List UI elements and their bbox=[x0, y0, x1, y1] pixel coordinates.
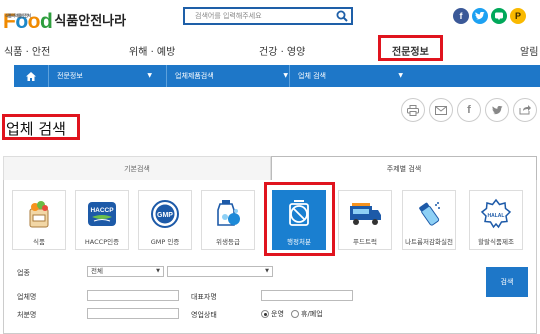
category-food-truck[interactable]: 푸드트럭 bbox=[338, 190, 392, 250]
page-tools: f bbox=[401, 98, 537, 122]
industry-label: 업종 bbox=[17, 269, 30, 277]
blog-icon[interactable] bbox=[491, 8, 507, 24]
breadcrumb: 전문정보 ▼ 업체제품검색 ▼ 업체 검색 ▼ bbox=[14, 65, 540, 87]
chevron-down-icon: ▼ bbox=[283, 72, 288, 79]
representative-label: 대표자명 bbox=[191, 293, 217, 301]
category-haccp[interactable]: HACCP HACCP인증 bbox=[75, 190, 129, 250]
category-gmp[interactable]: GMP GMP 인증 bbox=[138, 190, 192, 250]
highlight-nav-expert-info bbox=[378, 35, 443, 61]
main-nav: 식품 · 안전 위해 · 예방 건강 · 영양 전문정보 알림 bbox=[0, 36, 540, 62]
kakaostory-icon[interactable]: P bbox=[510, 8, 526, 24]
category-label: HACCP인증 bbox=[84, 238, 120, 246]
search-tabs: 기본검색 주제별 검색 bbox=[3, 156, 537, 180]
category-hygiene-grade[interactable]: 위생등급 bbox=[201, 190, 255, 250]
breadcrumb-label: 전문정보 bbox=[57, 72, 83, 80]
business-status-label: 영업상태 bbox=[191, 311, 217, 319]
category-food[interactable]: 식품 bbox=[12, 190, 66, 250]
category-label: GMP 인증 bbox=[150, 238, 180, 246]
breadcrumb-item-expert-info[interactable]: 전문정보 ▼ bbox=[48, 65, 158, 87]
haccp-icon-text: HACCP bbox=[90, 207, 114, 214]
search-box[interactable]: 검색어를 입력해주세요 bbox=[183, 7, 353, 25]
category-label: 식품 bbox=[33, 238, 45, 246]
industry-select[interactable]: 전체 ▼ bbox=[87, 266, 164, 277]
twitter-icon[interactable] bbox=[485, 98, 509, 122]
representative-input[interactable] bbox=[261, 290, 353, 301]
nav-item-health-nutrition[interactable]: 건강 · 영양 bbox=[259, 43, 305, 58]
gmp-icon: GMP bbox=[151, 200, 179, 228]
search-input[interactable]: 검색어를 입력해주세요 bbox=[185, 11, 333, 21]
highlight-admin-action bbox=[264, 182, 335, 256]
industry-select-value: 전체 bbox=[91, 267, 103, 275]
chevron-down-icon: ▼ bbox=[156, 268, 160, 274]
share-icon[interactable] bbox=[513, 98, 537, 122]
radio-button[interactable] bbox=[291, 310, 299, 318]
category-label: 위생등급 bbox=[216, 238, 240, 246]
category-halal[interactable]: HALAL 할랄식품제조 bbox=[469, 190, 523, 250]
nav-item-hazard-prevention[interactable]: 위해 · 예방 bbox=[129, 43, 175, 58]
breadcrumb-label: 업체제품검색 bbox=[175, 72, 214, 80]
highlight-page-title bbox=[2, 114, 80, 140]
category-sodium-reduction[interactable]: 나트륨저감화실천 bbox=[402, 190, 456, 250]
breadcrumb-item-company-search[interactable]: 업체 검색 ▼ bbox=[289, 65, 409, 87]
disposition-label: 처분명 bbox=[17, 311, 37, 319]
category-label: 할랄식품제조 bbox=[478, 238, 514, 246]
industry-sub-select[interactable]: ▼ bbox=[167, 266, 273, 277]
chevron-down-icon: ▼ bbox=[147, 72, 152, 79]
nav-item-food-safety[interactable]: 식품 · 안전 bbox=[4, 43, 50, 58]
breadcrumb-label: 업체 검색 bbox=[298, 72, 326, 80]
search-icon bbox=[336, 10, 348, 22]
category-label: 푸드트럭 bbox=[353, 238, 377, 246]
twitter-icon[interactable] bbox=[472, 8, 488, 24]
halal-icon-text: HALAL bbox=[488, 213, 505, 219]
logo-agency-text: 식품의약품안전처 bbox=[5, 13, 31, 18]
radio-button[interactable] bbox=[261, 310, 269, 318]
food-truck-icon bbox=[350, 203, 381, 225]
home-icon[interactable] bbox=[14, 65, 48, 87]
radio-label: 휴/폐업 bbox=[301, 310, 323, 318]
mail-icon[interactable] bbox=[429, 98, 453, 122]
chevron-down-icon: ▼ bbox=[265, 268, 269, 274]
disposition-input[interactable] bbox=[87, 308, 179, 319]
haccp-icon: HACCP bbox=[88, 202, 116, 226]
category-label: 나트륨저감화실천 bbox=[405, 238, 453, 246]
print-icon[interactable] bbox=[401, 98, 425, 122]
food-bag-icon bbox=[29, 201, 49, 228]
logo-food-text: 식품의약품안전처 Food bbox=[3, 11, 53, 32]
company-name-input[interactable] bbox=[87, 290, 179, 301]
radio-label: 운영 bbox=[271, 310, 284, 318]
halal-icon: HALAL bbox=[480, 198, 512, 229]
facebook-icon[interactable]: f bbox=[453, 8, 469, 24]
hygiene-icon bbox=[217, 200, 240, 226]
search-button[interactable] bbox=[333, 9, 351, 23]
sodium-icon bbox=[419, 202, 440, 226]
breadcrumb-item-company-product[interactable]: 업체제품검색 ▼ bbox=[166, 65, 294, 87]
tab-topic-search[interactable]: 주제별 검색 bbox=[271, 156, 537, 180]
company-name-label: 업체명 bbox=[17, 293, 37, 301]
logo-site-name: 식품안전나라 bbox=[54, 14, 127, 29]
site-logo[interactable]: 식품의약품안전처 Food 식품안전나라 bbox=[3, 4, 126, 32]
tab-basic-search[interactable]: 기본검색 bbox=[3, 156, 271, 180]
status-radio-operating[interactable]: 운영 bbox=[261, 309, 284, 319]
gmp-icon-text: GMP bbox=[157, 212, 173, 219]
facebook-icon[interactable]: f bbox=[457, 98, 481, 122]
social-links: f P bbox=[453, 8, 526, 24]
chevron-down-icon: ▼ bbox=[398, 72, 403, 79]
status-radio-closed[interactable]: 휴/폐업 bbox=[291, 309, 323, 319]
search-submit-button[interactable]: 검색 bbox=[486, 267, 528, 297]
nav-item-notice[interactable]: 알림 bbox=[520, 43, 538, 58]
